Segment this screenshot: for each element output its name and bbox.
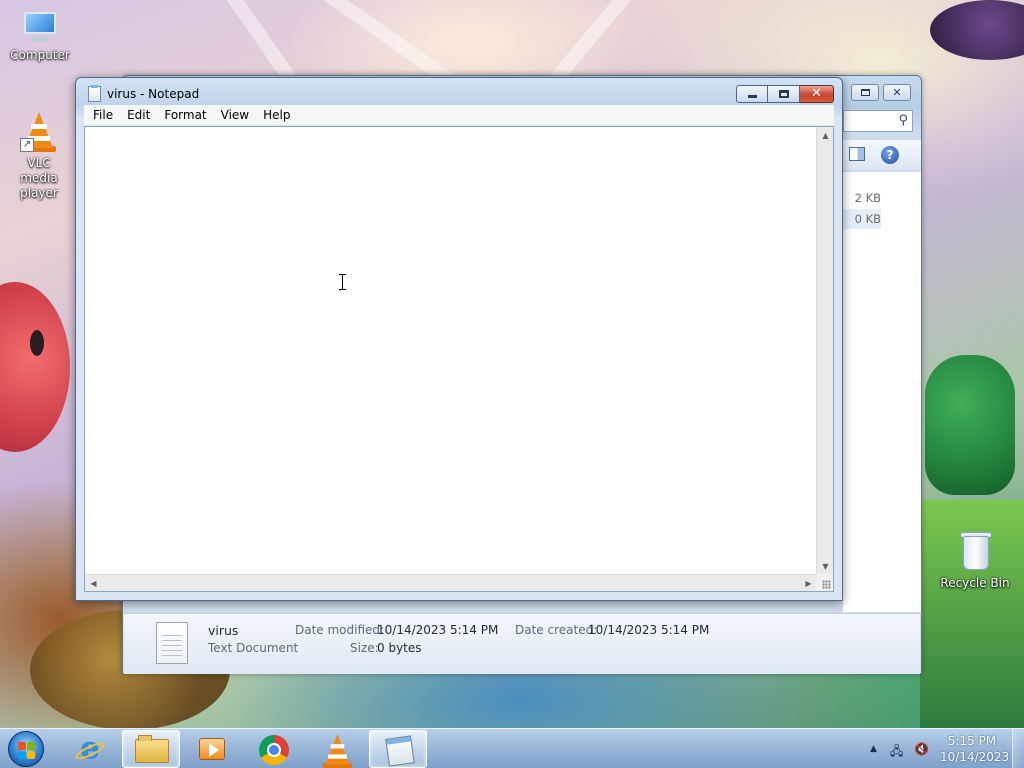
taskbar-windows-media-player[interactable]	[182, 730, 240, 768]
windows-logo-pane	[18, 751, 26, 759]
menu-file[interactable]: File	[86, 105, 120, 125]
menu-edit[interactable]: Edit	[120, 105, 157, 125]
details-date-modified-value: 10/14/2023 5:14 PM	[377, 623, 499, 637]
wallpaper-creature-eye	[30, 330, 44, 356]
menu-view[interactable]: View	[214, 105, 256, 125]
taskbar: e ▲ 🖧 🔇 5:15 PM 10/14/2023	[0, 728, 1024, 768]
text-cursor-icon	[338, 274, 348, 290]
desktop-icon-label: Recycle Bin	[940, 576, 1010, 590]
menu-help[interactable]: Help	[256, 105, 297, 125]
internet-explorer-icon: e	[73, 734, 107, 764]
details-size-label: Size:	[350, 641, 379, 655]
taskbar-google-chrome[interactable]	[244, 730, 302, 768]
desktop-icon-recycle-bin[interactable]: Recycle Bin	[937, 528, 1013, 590]
details-file-type: Text Document	[208, 641, 299, 655]
windows-logo-pane	[27, 742, 35, 750]
horizontal-scrollbar[interactable]: ◀ ▶	[85, 574, 817, 591]
scroll-left-arrow-icon[interactable]: ◀	[85, 575, 102, 592]
vlc-cone-icon: ↗	[20, 112, 56, 152]
details-date-modified-label: Date modified:	[295, 623, 385, 637]
media-player-icon	[199, 738, 225, 760]
recycle-bin-icon	[958, 528, 992, 572]
computer-icon	[20, 10, 60, 44]
text-editor-area[interactable]	[85, 127, 817, 575]
scroll-down-arrow-icon[interactable]: ▼	[817, 558, 834, 575]
menu-bar: File Edit Format View Help	[84, 105, 834, 125]
start-button[interactable]	[8, 731, 44, 767]
network-icon[interactable]: 🖧	[890, 742, 903, 763]
desktop-icon-label: Computer	[10, 48, 70, 62]
taskbar-internet-explorer[interactable]: e	[60, 730, 118, 768]
vlc-cone-icon	[323, 734, 352, 768]
wallpaper-pink-creature	[0, 282, 70, 452]
close-icon: ✕	[811, 86, 822, 101]
menu-format[interactable]: Format	[157, 105, 213, 125]
details-size-value: 0 bytes	[377, 641, 422, 655]
shortcut-arrow-icon: ↗	[20, 138, 34, 152]
resize-grip[interactable]	[816, 574, 833, 591]
taskbar-windows-explorer[interactable]	[122, 730, 180, 768]
clock-date[interactable]: 10/14/2023	[940, 750, 1009, 764]
system-tray: ▲ 🖧 🔇 5:15 PM 10/14/2023	[862, 729, 1024, 768]
vertical-scrollbar[interactable]: ▲ ▼	[816, 127, 833, 575]
chrome-icon	[259, 735, 289, 765]
window-title: virus - Notepad	[107, 87, 200, 101]
close-button[interactable]: ✕	[800, 85, 834, 103]
windows-logo-pane	[27, 751, 35, 759]
notepad-icon	[88, 85, 101, 102]
scroll-up-arrow-icon[interactable]: ▲	[817, 127, 834, 144]
search-icon: ⚲	[898, 113, 908, 128]
maximize-button[interactable]	[768, 85, 800, 103]
show-desktop-button[interactable]	[1012, 729, 1024, 768]
explorer-details-pane: virus Text Document Date modified: 10/14…	[124, 613, 920, 674]
windows-logo-icon	[18, 742, 26, 750]
details-file-name: virus	[208, 623, 239, 638]
file-size-cell: 0 KB	[843, 209, 881, 229]
details-date-created-label: Date created:	[515, 623, 598, 637]
maximize-icon	[778, 90, 789, 98]
volume-muted-icon[interactable]: 🔇	[914, 742, 929, 756]
taskbar-vlc-media-player[interactable]	[306, 730, 364, 768]
preview-pane-icon[interactable]	[849, 147, 865, 161]
folder-icon	[135, 735, 169, 763]
notepad-editor: ▲ ▼ ◀ ▶	[84, 126, 834, 592]
explorer-search-box[interactable]: ⚲	[843, 110, 913, 132]
minimize-icon	[747, 95, 757, 98]
text-document-icon	[156, 622, 188, 664]
desktop-icon-vlc[interactable]: ↗ VLC media player	[1, 112, 77, 201]
explorer-restore-button[interactable]	[851, 84, 879, 101]
desktop-icon-computer[interactable]: Computer	[2, 10, 78, 62]
desktop-icon-label: VLC media player	[20, 156, 58, 200]
wallpaper-purple-orb	[930, 0, 1024, 60]
explorer-toolbar: ?	[843, 140, 921, 170]
explorer-file-list[interactable]: 2 KB 0 KB	[843, 172, 921, 612]
notepad-window[interactable]: virus - Notepad ✕ File Edit Format View …	[75, 77, 843, 601]
explorer-close-button[interactable]: ✕	[883, 84, 911, 101]
show-hidden-icons-arrow-icon[interactable]: ▲	[870, 744, 877, 754]
file-size-cell: 2 KB	[854, 191, 881, 205]
help-icon[interactable]: ?	[881, 146, 899, 164]
details-date-created-value: 10/14/2023 5:14 PM	[588, 623, 710, 637]
close-icon: ✕	[892, 86, 902, 99]
minimize-button[interactable]	[736, 85, 768, 103]
taskbar-notepad[interactable]	[369, 730, 427, 768]
clock-time[interactable]: 5:15 PM	[942, 734, 1002, 748]
scroll-right-arrow-icon[interactable]: ▶	[800, 575, 817, 592]
wallpaper-green-monster	[925, 355, 1015, 495]
notepad-icon	[385, 735, 415, 767]
